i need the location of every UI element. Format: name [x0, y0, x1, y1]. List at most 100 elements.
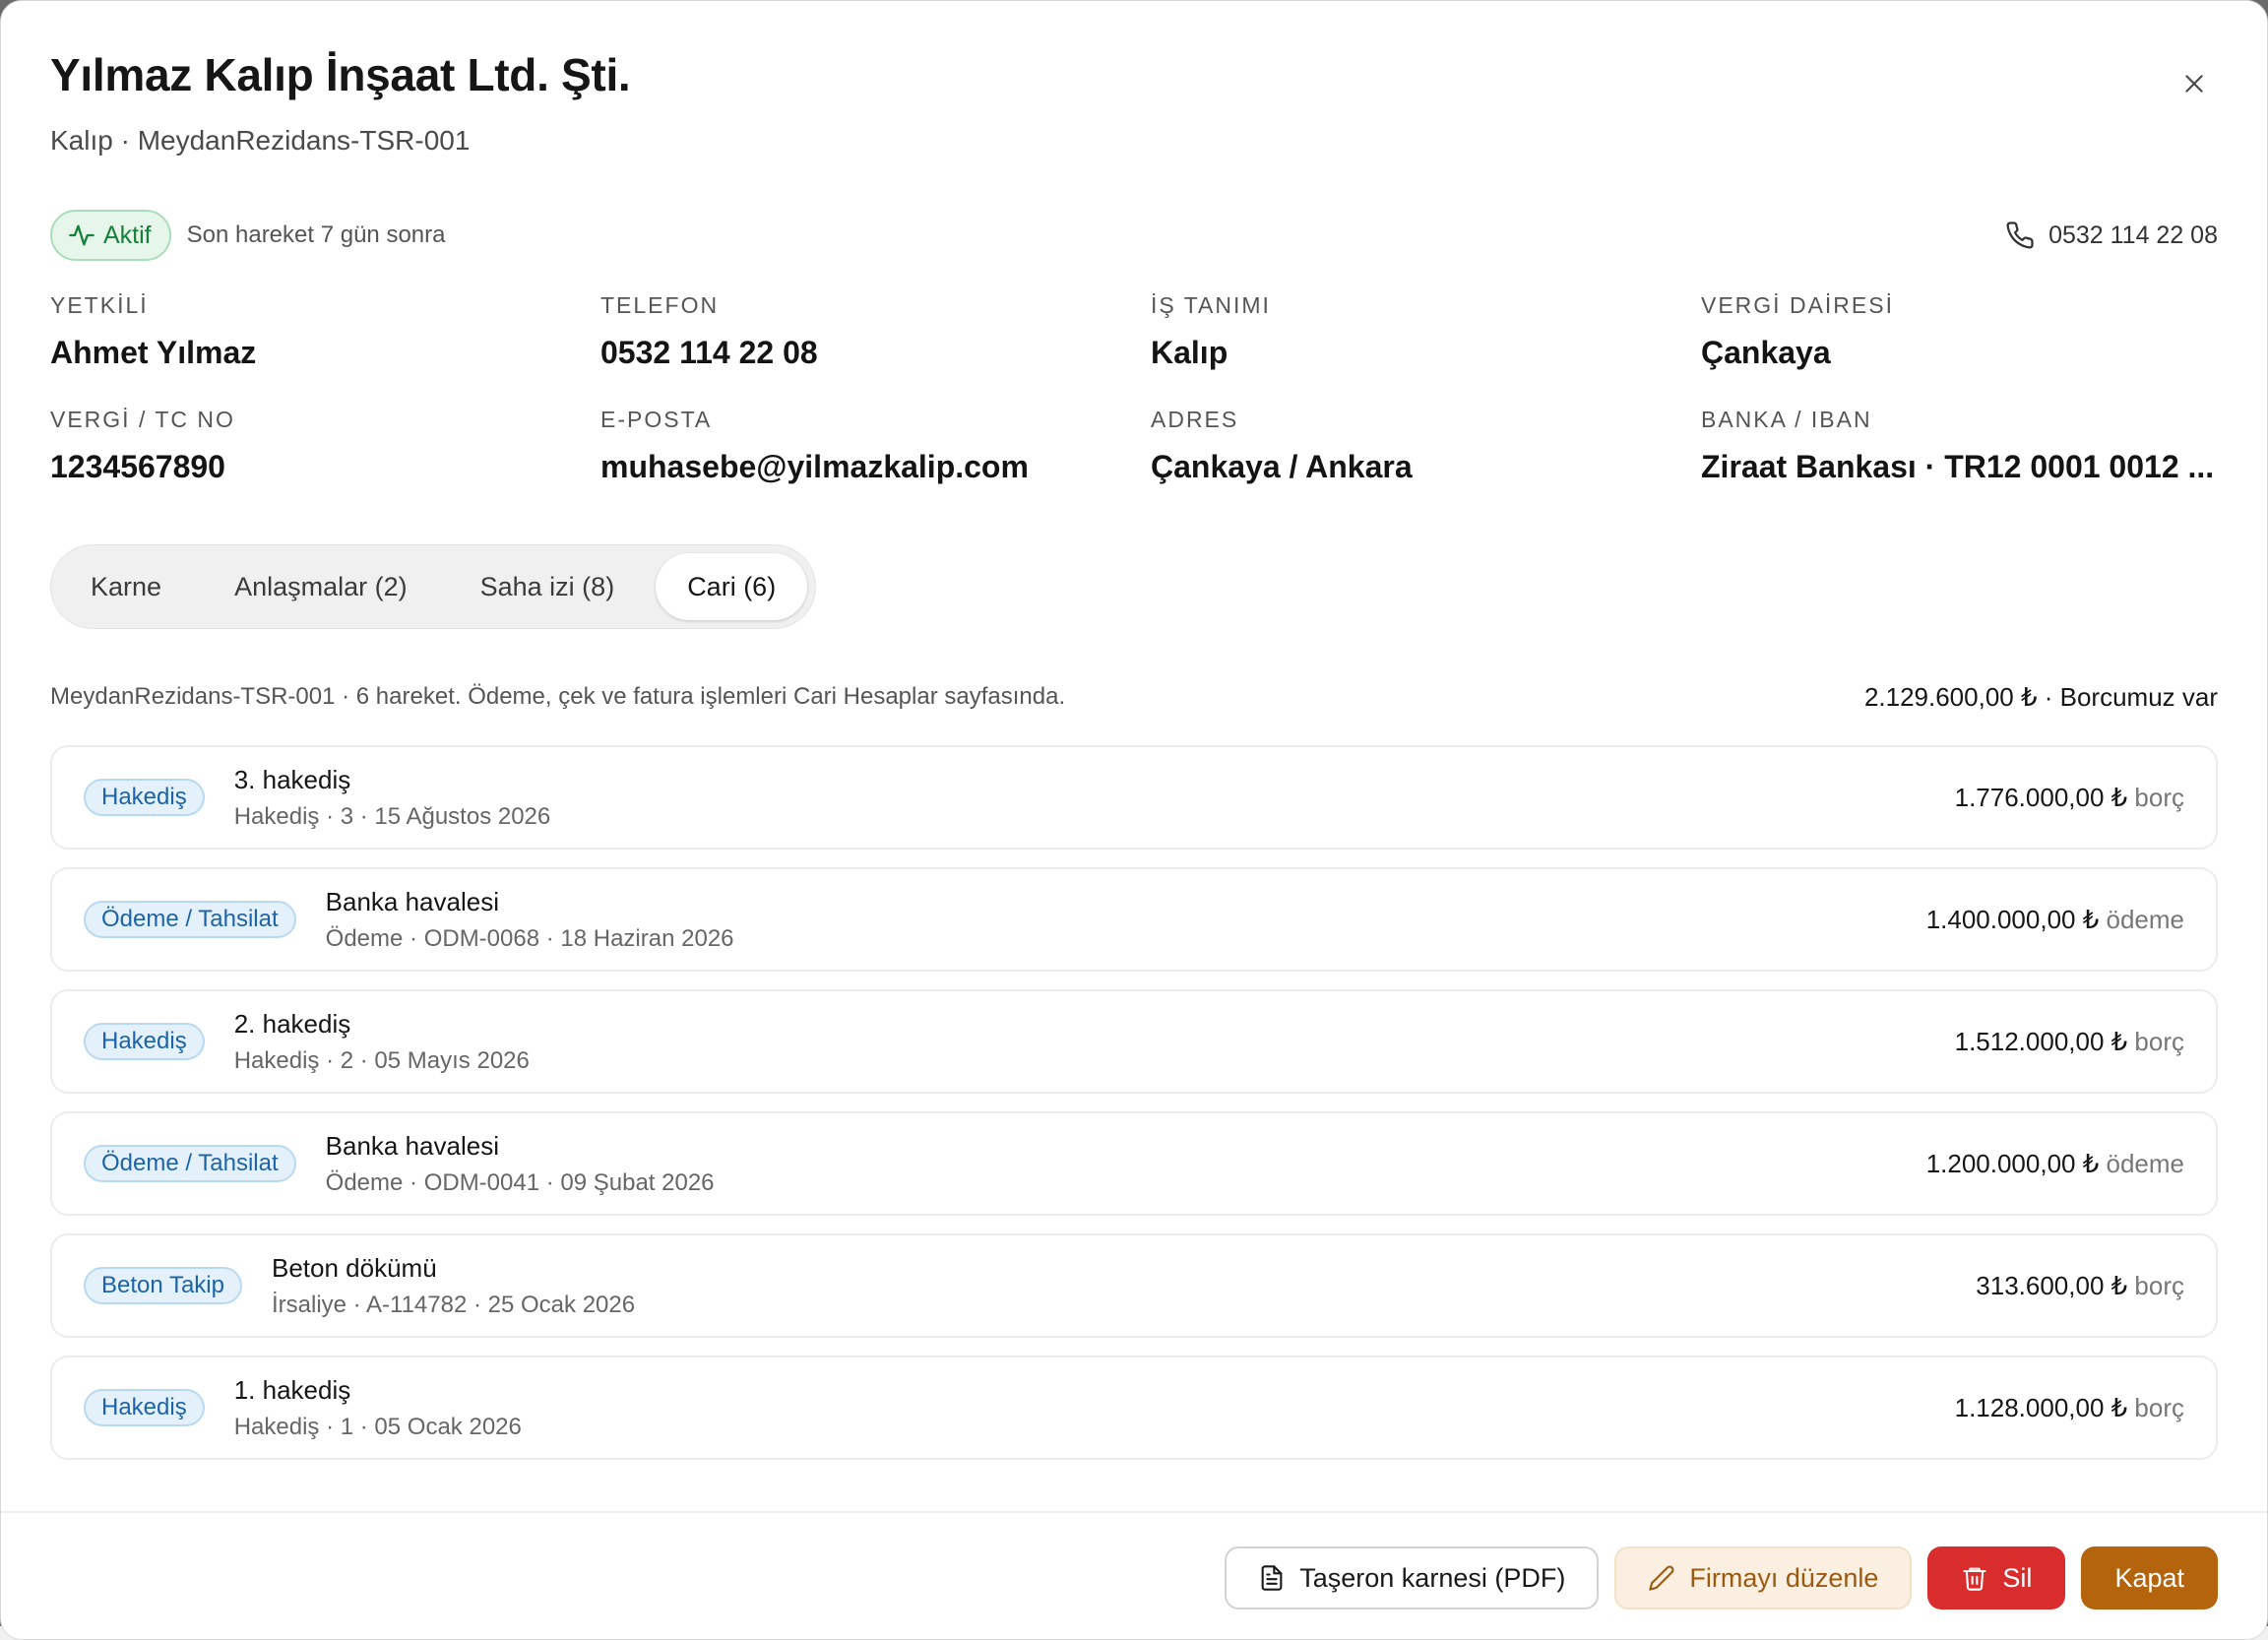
- info-job-description: İŞ TANIMI Kalıp: [1151, 292, 1701, 371]
- transaction-subtitle: İrsaliye · A-114782 · 25 Ocak 2026: [271, 1291, 636, 1318]
- transaction-row[interactable]: Ödeme / Tahsilat Banka havalesi Ödeme · …: [50, 867, 2218, 972]
- status-badge: Aktif: [50, 210, 171, 261]
- download-pdf-button[interactable]: Taşeron karnesi (PDF): [1225, 1546, 1600, 1609]
- pencil-icon: [1648, 1564, 1675, 1592]
- info-value: Çankaya: [1701, 335, 1831, 370]
- info-tax-office: VERGİ DAİRESİ Çankaya: [1701, 292, 2220, 371]
- transaction-amount: 1.400.000,00 ₺ ödeme: [1926, 905, 2184, 935]
- info-value: Ziraat Bankası · TR12 0001 0012 ...: [1701, 449, 2215, 484]
- amount-kind: ödeme: [2106, 1148, 2185, 1178]
- amount-value: 313.600,00 ₺: [1976, 1270, 2128, 1300]
- transaction-subtitle: Ödeme · ODM-0041 · 09 Şubat 2026: [325, 1168, 715, 1196]
- delete-button[interactable]: Sil: [1927, 1546, 2066, 1609]
- edit-company-button[interactable]: Firmayı düzenle: [1614, 1546, 1913, 1609]
- transaction-row[interactable]: Hakediş 2. hakediş Hakediş · 2 · 05 Mayı…: [50, 989, 2218, 1094]
- info-label: BANKA / IBAN: [1701, 407, 1872, 432]
- transaction-title: 1. hakediş: [233, 1374, 351, 1405]
- close-icon: [2181, 71, 2207, 96]
- info-value: Çankaya / Ankara: [1151, 449, 1413, 484]
- tab-agreements[interactable]: Anlaşmalar (2): [203, 553, 439, 620]
- supplier-detail-modal: Yılmaz Kalıp İnşaat Ltd. Şti. Kalıp · Me…: [0, 0, 2268, 1640]
- modal-footer: Taşeron karnesi (PDF) Firmayı düzenle Si…: [1, 1511, 2267, 1639]
- transaction-amount: 1.512.000,00 ₺ borç: [1955, 1027, 2184, 1057]
- transaction-title: 2. hakediş: [233, 1008, 351, 1039]
- last-activity-note: Son hareket 7 gün sonra: [186, 221, 446, 248]
- trash-icon: [1961, 1564, 1988, 1592]
- info-label: İŞ TANIMI: [1151, 292, 1271, 318]
- info-label: VERGİ / TC NO: [50, 407, 235, 432]
- transaction-row[interactable]: Ödeme / Tahsilat Banka havalesi Ödeme · …: [50, 1111, 2218, 1216]
- transaction-title: Banka havalesi: [325, 1130, 499, 1161]
- info-value: Ahmet Yılmaz: [50, 335, 257, 370]
- info-label: YETKİLİ: [50, 292, 149, 318]
- delete-label: Sil: [2002, 1562, 2033, 1593]
- transaction-tag: Beton Takip: [84, 1267, 242, 1304]
- info-label: TELEFON: [600, 292, 720, 318]
- phone-icon: [2005, 221, 2035, 250]
- transaction-tag: Hakediş: [84, 779, 205, 816]
- transaction-amount: 1.128.000,00 ₺ borç: [1955, 1393, 2184, 1423]
- phone-number: 0532 114 22 08: [2048, 221, 2218, 249]
- amount-value: 1.512.000,00 ₺: [1954, 1026, 2128, 1056]
- page-title: Yılmaz Kalıp İnşaat Ltd. Şti.: [50, 49, 631, 100]
- transaction-title: 3. hakediş: [233, 764, 351, 794]
- download-pdf-label: Taşeron karnesi (PDF): [1299, 1562, 1566, 1593]
- transaction-text: Banka havalesi Ödeme · ODM-0068 · 18 Haz…: [326, 887, 734, 953]
- transaction-row[interactable]: Hakediş 3. hakediş Hakediş · 3 · 15 Ağus…: [50, 745, 2218, 850]
- amount-value: 1.776.000,00 ₺: [1954, 782, 2128, 812]
- company-info-grid: YETKİLİ Ahmet Yılmaz TELEFON 0532 114 22…: [50, 292, 2218, 485]
- transaction-text: 3. hakediş Hakediş · 3 · 15 Ağustos 2026: [234, 765, 551, 831]
- amount-kind: borç: [2134, 1026, 2184, 1056]
- edit-company-label: Firmayı düzenle: [1689, 1562, 1879, 1593]
- transaction-title: Banka havalesi: [325, 886, 499, 916]
- transaction-row[interactable]: Hakediş 1. hakediş Hakediş · 1 · 05 Ocak…: [50, 1356, 2218, 1460]
- transaction-subtitle: Hakediş · 2 · 05 Mayıs 2026: [233, 1046, 530, 1074]
- info-label: VERGİ DAİRESİ: [1701, 292, 1894, 318]
- account-summary: MeydanRezidans-TSR-001 · 6 hareket. Ödem…: [50, 680, 2218, 714]
- file-text-icon: [1258, 1564, 1286, 1592]
- transaction-list: Hakediş 3. hakediş Hakediş · 3 · 15 Ağus…: [50, 745, 2218, 1460]
- info-label: E-POSTA: [600, 407, 713, 432]
- amount-kind: borç: [2134, 1270, 2184, 1300]
- page-subtitle: Kalıp · MeydanRezidans-TSR-001: [50, 125, 471, 156]
- summary-text: MeydanRezidans-TSR-001 · 6 hareket. Ödem…: [50, 683, 1066, 710]
- tab-bar: Karne Anlaşmalar (2) Saha izi (8) Cari (…: [50, 544, 817, 629]
- info-label: ADRES: [1151, 407, 1239, 432]
- amount-value: 1.128.000,00 ₺: [1954, 1392, 2128, 1422]
- amount-kind: borç: [2134, 782, 2184, 812]
- amount-kind: borç: [2134, 1392, 2184, 1422]
- transaction-text: 1. hakediş Hakediş · 1 · 05 Ocak 2026: [234, 1375, 522, 1441]
- summary-total: 2.129.600,00 ₺ · Borcumuz var: [1863, 681, 2218, 712]
- transaction-title: Beton dökümü: [271, 1252, 437, 1283]
- transaction-tag: Ödeme / Tahsilat: [84, 901, 296, 938]
- info-value: Kalıp: [1151, 335, 1228, 370]
- amount-kind: ödeme: [2106, 904, 2185, 934]
- transaction-tag: Hakediş: [84, 1023, 205, 1060]
- phone-link[interactable]: 0532 114 22 08: [2005, 210, 2218, 261]
- transaction-row[interactable]: Beton Takip Beton dökümü İrsaliye · A-11…: [50, 1233, 2218, 1338]
- info-value: 0532 114 22 08: [600, 335, 818, 370]
- status-row: Aktif Son hareket 7 gün sonra 0532 114 2…: [50, 210, 2218, 261]
- info-tax-number: VERGİ / TC NO 1234567890: [50, 407, 600, 485]
- transaction-text: Banka havalesi Ödeme · ODM-0041 · 09 Şub…: [326, 1131, 715, 1197]
- info-value: muhasebe@yilmazkalip.com: [600, 449, 1029, 484]
- status-badge-label: Aktif: [103, 221, 152, 249]
- info-bank-iban: BANKA / IBAN Ziraat Bankası · TR12 0001 …: [1701, 407, 2220, 485]
- tab-karne[interactable]: Karne: [59, 553, 193, 620]
- tab-site-trace[interactable]: Saha izi (8): [449, 553, 647, 620]
- info-address: ADRES Çankaya / Ankara: [1151, 407, 1701, 485]
- transaction-text: Beton dökümü İrsaliye · A-114782 · 25 Oc…: [272, 1253, 635, 1319]
- info-email: E-POSTA muhasebe@yilmazkalip.com: [600, 407, 1151, 485]
- footer-actions: Taşeron karnesi (PDF) Firmayı düzenle Si…: [1225, 1546, 2218, 1609]
- transaction-text: 2. hakediş Hakediş · 2 · 05 Mayıs 2026: [234, 1009, 530, 1075]
- transaction-subtitle: Ödeme · ODM-0068 · 18 Haziran 2026: [325, 924, 734, 952]
- close-modal-button[interactable]: Kapat: [2081, 1546, 2218, 1609]
- transaction-tag: Hakediş: [84, 1389, 205, 1426]
- transaction-amount: 1.200.000,00 ₺ ödeme: [1926, 1149, 2184, 1179]
- close-button[interactable]: [2171, 60, 2218, 107]
- amount-value: 1.200.000,00 ₺: [1925, 1148, 2100, 1178]
- tab-current-account[interactable]: Cari (6): [656, 553, 808, 620]
- transaction-subtitle: Hakediş · 1 · 05 Ocak 2026: [233, 1413, 522, 1440]
- transaction-tag: Ödeme / Tahsilat: [84, 1145, 296, 1182]
- transaction-amount: 1.776.000,00 ₺ borç: [1955, 783, 2184, 813]
